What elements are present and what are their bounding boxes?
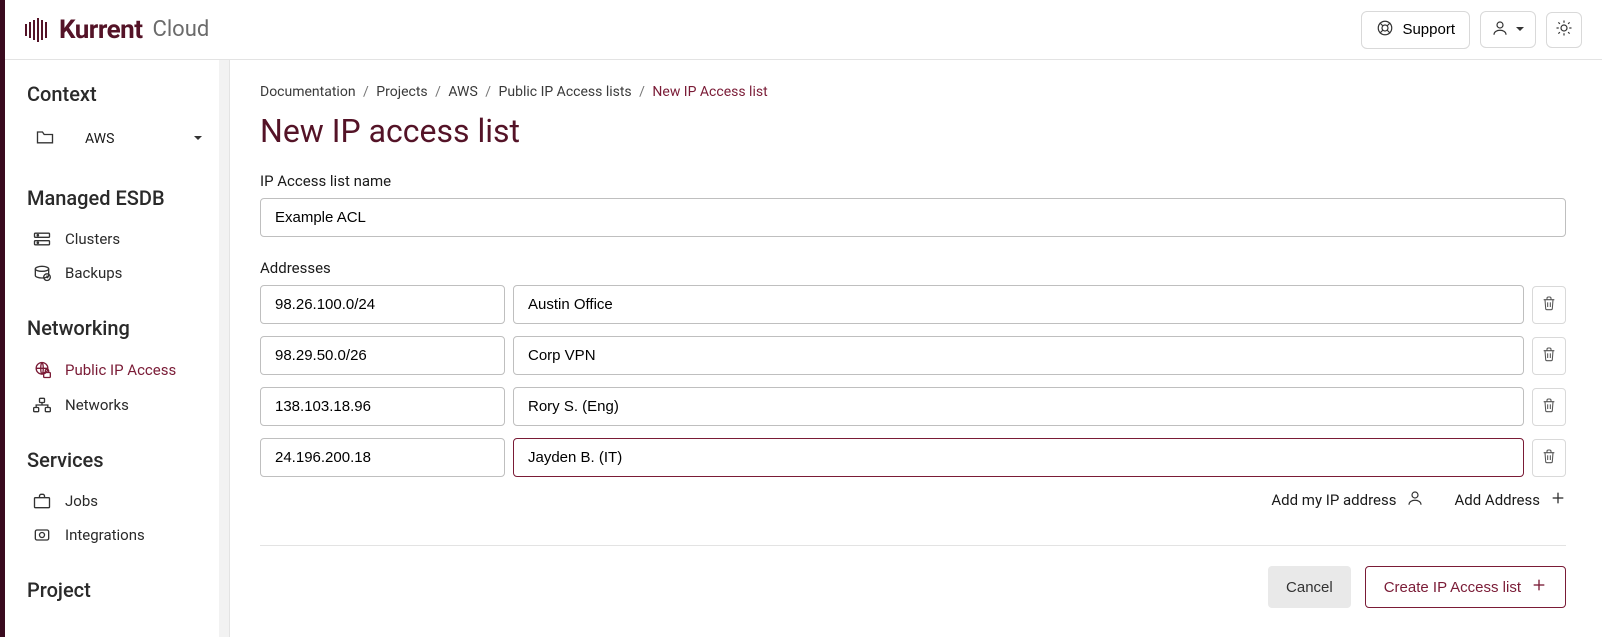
sidebar-item-integrations[interactable]: Integrations [27, 518, 223, 552]
add-my-ip-label: Add my IP address [1271, 491, 1396, 509]
breadcrumb: Documentation / Projects / AWS / Public … [260, 84, 1566, 100]
sidebar-item-backups[interactable]: Backups [27, 256, 223, 290]
briefcase-icon [31, 492, 53, 510]
project-name: AWS [85, 131, 114, 147]
project-selector[interactable]: AWS [27, 118, 211, 160]
name-field-label: IP Access list name [260, 172, 1566, 190]
address-ip-input[interactable] [260, 387, 505, 426]
address-row [260, 387, 1566, 426]
main-content: Documentation / Projects / AWS / Public … [230, 60, 1602, 637]
acl-name-input[interactable] [260, 198, 1566, 237]
divider [260, 545, 1566, 546]
sidebar-item-public-ip[interactable]: Public IP Access [27, 352, 223, 388]
logo-mark-icon [25, 18, 53, 42]
crumb-sep: / [485, 84, 491, 100]
plus-icon [1531, 577, 1547, 597]
address-row [260, 336, 1566, 375]
stack-icon [31, 230, 53, 248]
cancel-button[interactable]: Cancel [1268, 566, 1351, 608]
address-comment-input[interactable] [513, 336, 1524, 375]
add-my-ip-button[interactable]: Add my IP address [1271, 489, 1424, 511]
caret-down-icon [1515, 22, 1525, 37]
crumb-sep: / [435, 84, 441, 100]
trash-icon [1541, 345, 1557, 366]
delete-address-button[interactable] [1532, 388, 1566, 426]
crumb-projects[interactable]: Projects [376, 84, 427, 100]
address-comment-input[interactable] [513, 285, 1524, 324]
address-row [260, 285, 1566, 324]
create-label: Create IP Access list [1384, 579, 1521, 596]
managed-heading: Managed ESDB [27, 186, 223, 210]
lifebuoy-icon [1376, 19, 1394, 41]
sidebar-item-label: Networks [65, 396, 129, 414]
sidebar-item-label: Clusters [65, 230, 120, 248]
caret-down-icon [193, 131, 203, 147]
topbar-actions: Support [1361, 11, 1582, 49]
services-heading: Services [27, 448, 223, 472]
delete-address-button[interactable] [1532, 439, 1566, 477]
page-title: New IP access list [260, 112, 1566, 150]
user-menu-button[interactable] [1480, 11, 1536, 48]
plus-icon [1550, 490, 1566, 510]
address-comment-input[interactable] [513, 438, 1524, 477]
sidebar-item-label: Integrations [65, 526, 145, 544]
sidebar-item-label: Jobs [65, 492, 98, 510]
support-button[interactable]: Support [1361, 11, 1470, 49]
user-icon [1491, 19, 1509, 40]
theme-toggle-button[interactable] [1546, 12, 1582, 48]
address-ip-input[interactable] [260, 336, 505, 375]
crumb-current: New IP Access list [652, 84, 767, 100]
trash-icon [1541, 294, 1557, 315]
trash-icon [1541, 447, 1557, 468]
add-address-button[interactable]: Add Address [1454, 489, 1566, 511]
crumb-aws[interactable]: AWS [448, 84, 477, 100]
user-icon [1406, 489, 1424, 511]
addresses-label: Addresses [260, 259, 1566, 277]
sun-icon [1555, 19, 1573, 40]
backup-icon [31, 264, 53, 282]
crumb-lists[interactable]: Public IP Access lists [499, 84, 632, 100]
sidebar-item-label: Backups [65, 264, 122, 282]
add-address-label: Add Address [1454, 491, 1540, 509]
delete-address-button[interactable] [1532, 337, 1566, 375]
context-heading: Context [27, 82, 223, 106]
address-ip-input[interactable] [260, 438, 505, 477]
project-heading: Project [27, 578, 223, 602]
sidebar-item-jobs[interactable]: Jobs [27, 484, 223, 518]
brand-logo[interactable]: Kurrent Cloud [25, 15, 209, 45]
sidebar-item-clusters[interactable]: Clusters [27, 222, 223, 256]
logo-word: Kurrent [59, 15, 143, 45]
logo-suffix: Cloud [153, 17, 210, 42]
crumb-documentation[interactable]: Documentation [260, 84, 356, 100]
crumb-sep: / [363, 84, 369, 100]
cancel-label: Cancel [1286, 579, 1333, 596]
folder-icon [35, 128, 55, 150]
sidebar-item-label: Public IP Access [65, 361, 176, 379]
sidebar-item-networks[interactable]: Networks [27, 388, 223, 422]
networking-heading: Networking [27, 316, 223, 340]
network-icon [31, 396, 53, 414]
topbar: Kurrent Cloud Support [5, 0, 1602, 60]
integrations-icon [31, 526, 53, 544]
address-ip-input[interactable] [260, 285, 505, 324]
delete-address-button[interactable] [1532, 286, 1566, 324]
sidebar: Context AWS Managed ESDB [5, 60, 230, 637]
address-comment-input[interactable] [513, 387, 1524, 426]
trash-icon [1541, 396, 1557, 417]
globe-lock-icon [31, 360, 53, 380]
crumb-sep: / [639, 84, 645, 100]
create-button[interactable]: Create IP Access list [1365, 566, 1566, 608]
address-row [260, 438, 1566, 477]
support-label: Support [1402, 21, 1455, 38]
